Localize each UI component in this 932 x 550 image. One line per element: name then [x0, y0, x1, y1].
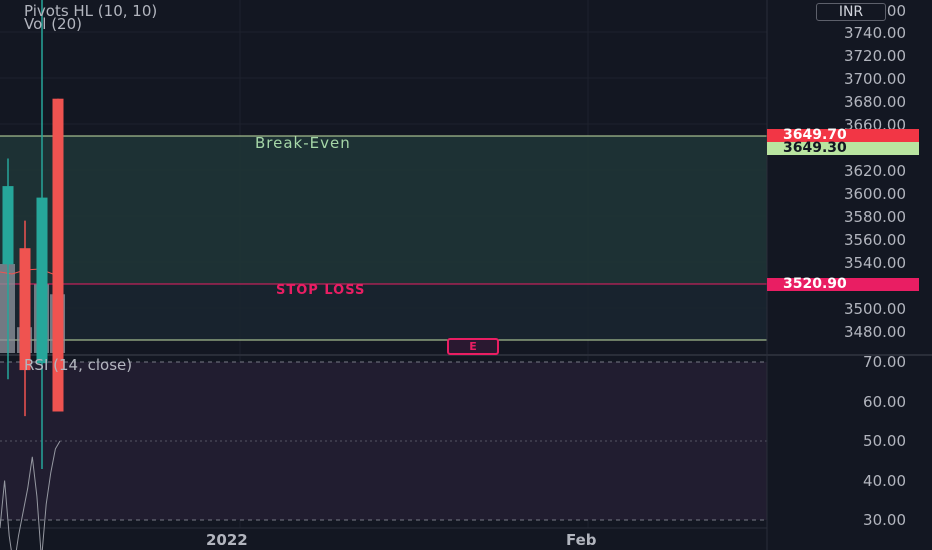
rsi-axis-label: 70.00	[863, 353, 906, 371]
price-axis-label: 3720.00	[843, 47, 906, 65]
rsi-axis-label: 50.00	[863, 432, 906, 450]
rsi-axis-label: 60.00	[863, 393, 906, 411]
price-axis-label: 3480.00	[843, 323, 906, 341]
volume-indicator-label[interactable]: Vol (20)	[24, 16, 82, 32]
candle-body[interactable]	[2, 186, 14, 265]
currency-badge[interactable]: INR	[816, 3, 886, 21]
price-axis-label: 3600.00	[843, 185, 906, 203]
price-axis-label: 3540.00	[843, 254, 906, 272]
rsi-indicator-label[interactable]: RSI (14, close)	[24, 357, 132, 373]
rsi-axis-label: 30.00	[863, 511, 906, 529]
break-even-label: Break-Even	[255, 134, 351, 152]
price-axis-label: 3580.00	[843, 208, 906, 226]
price-axis-label: 3560.00	[843, 231, 906, 249]
price-chart[interactable]	[0, 0, 932, 550]
price-axis-label: 3620.00	[843, 162, 906, 180]
rsi-axis-label: 40.00	[863, 472, 906, 490]
entry-badge[interactable]: E	[447, 338, 499, 355]
candle-body[interactable]	[19, 248, 31, 371]
time-label-feb: Feb	[566, 531, 597, 549]
candle-body[interactable]	[36, 197, 48, 364]
position-risk-zone[interactable]	[0, 284, 767, 340]
position-profit-zone[interactable]	[0, 136, 767, 284]
break-even-price-tag: 3649.30	[767, 141, 919, 155]
price-axis-label: 3500.00	[843, 300, 906, 318]
price-axis-label: 3680.00	[843, 93, 906, 111]
stop-loss-label: STOP LOSS	[276, 283, 366, 298]
price-axis-label: 3740.00	[843, 24, 906, 42]
stop-loss-price-tag: 3520.90	[767, 277, 919, 291]
time-label-2022: 2022	[206, 531, 248, 549]
price-axis-label: 3700.00	[843, 70, 906, 88]
